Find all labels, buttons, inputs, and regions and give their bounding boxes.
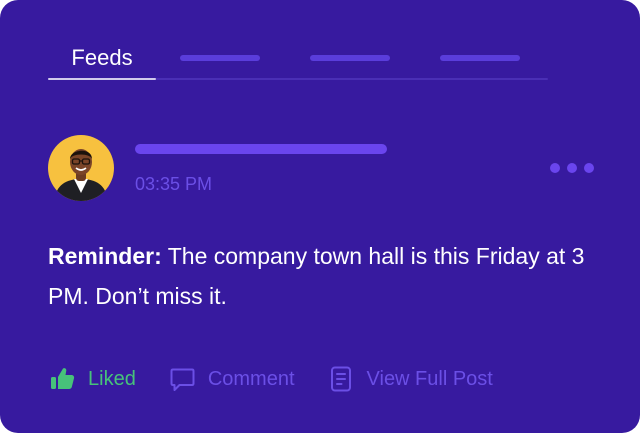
person-avatar-icon (54, 149, 108, 201)
like-label: Liked (88, 367, 136, 390)
tab-placeholder-1[interactable] (180, 55, 260, 61)
view-full-post-button[interactable]: View Full Post (329, 365, 493, 393)
comment-label: Comment (207, 367, 295, 390)
tab-placeholder-3[interactable] (440, 55, 520, 61)
tab-placeholder-2[interactable] (310, 55, 390, 61)
comment-button[interactable]: Comment (169, 366, 295, 393)
more-options-button[interactable] (550, 158, 594, 178)
like-button[interactable]: Liked (48, 365, 136, 393)
view-full-post-label: View Full Post (366, 367, 493, 390)
more-dots-icon (550, 163, 560, 173)
tab-bar: Feeds (48, 36, 548, 80)
more-dots-icon (584, 163, 594, 173)
more-dots-icon (567, 163, 577, 173)
feed-card: Feeds 03:35 PM Reminder: The company tow… (0, 0, 640, 433)
tab-feeds[interactable]: Feeds (48, 36, 156, 80)
post-body: Reminder: The company town hall is this … (48, 236, 608, 316)
thumbs-up-icon (51, 368, 75, 389)
author-name-placeholder (135, 144, 387, 154)
post-timestamp: 03:35 PM (135, 174, 213, 194)
avatar[interactable] (48, 135, 114, 201)
post-actions: Liked Comment View Full Post (48, 362, 493, 396)
post-body-bold: Reminder: (48, 243, 162, 269)
comment-bubble-icon (170, 368, 195, 391)
active-tab-indicator (48, 78, 156, 80)
document-icon (330, 366, 351, 392)
